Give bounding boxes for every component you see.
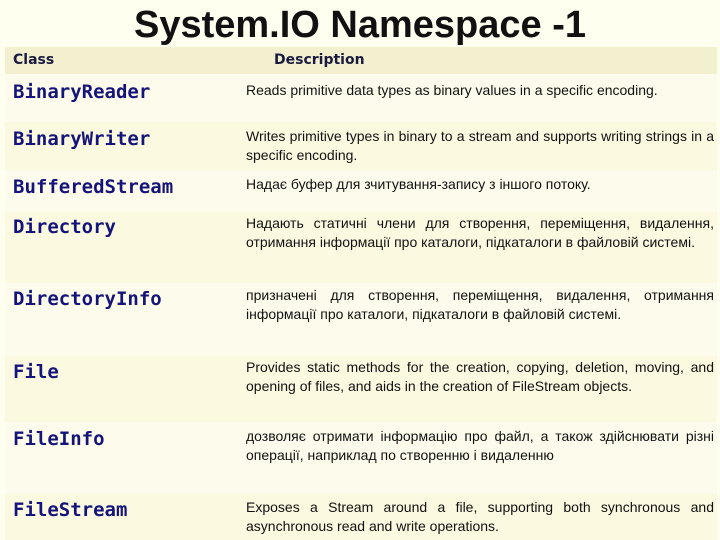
class-name: File xyxy=(13,361,59,383)
table-row: BinaryWriter Writes primitive types in b… xyxy=(5,122,717,170)
class-description: Reads primitive data types as binary val… xyxy=(246,82,658,98)
table-row: BinaryReader Reads primitive data types … xyxy=(5,74,717,122)
table-row: DirectoryInfo призначені для створення, … xyxy=(5,283,717,356)
table-header-row: Class Description xyxy=(5,47,717,74)
class-name: Directory xyxy=(13,216,116,238)
table-row: BufferedStream Надає буфер для зчитуванн… xyxy=(5,170,717,212)
class-description: Provides static methods for the creation… xyxy=(246,359,714,394)
class-description: дозволяє отримати інформацію про файл, а… xyxy=(246,428,714,463)
class-name: FileStream xyxy=(13,499,128,521)
class-description: Exposes a Stream around a file, supporti… xyxy=(246,499,714,534)
class-description: Надають статичні члени для створення, пе… xyxy=(246,215,714,250)
class-name: BufferedStream xyxy=(13,176,174,198)
table-row: FileInfo дозволяє отримати інформацію пр… xyxy=(5,422,717,494)
class-description: призначені для створення, переміщення, в… xyxy=(246,287,714,322)
class-name: BinaryWriter xyxy=(13,128,151,150)
table-row: FileStream Exposes a Stream around a fil… xyxy=(5,494,717,540)
class-description: Надає буфер для зчитування-запису з іншо… xyxy=(246,176,591,192)
table-row: File Provides static methods for the cre… xyxy=(5,356,717,422)
class-name: BinaryReader xyxy=(13,81,151,103)
class-description: Writes primitive types in binary to a st… xyxy=(246,128,714,163)
class-name: FileInfo xyxy=(13,428,105,450)
header-class: Class xyxy=(13,52,55,68)
slide-title: System.IO Namespace -1 xyxy=(133,4,586,46)
header-description: Description xyxy=(274,52,365,68)
table-row: Directory Надають статичні члени для ств… xyxy=(5,212,717,283)
class-name: DirectoryInfo xyxy=(13,288,162,310)
classes-table: Class Description BinaryReader Reads pri… xyxy=(5,47,717,540)
